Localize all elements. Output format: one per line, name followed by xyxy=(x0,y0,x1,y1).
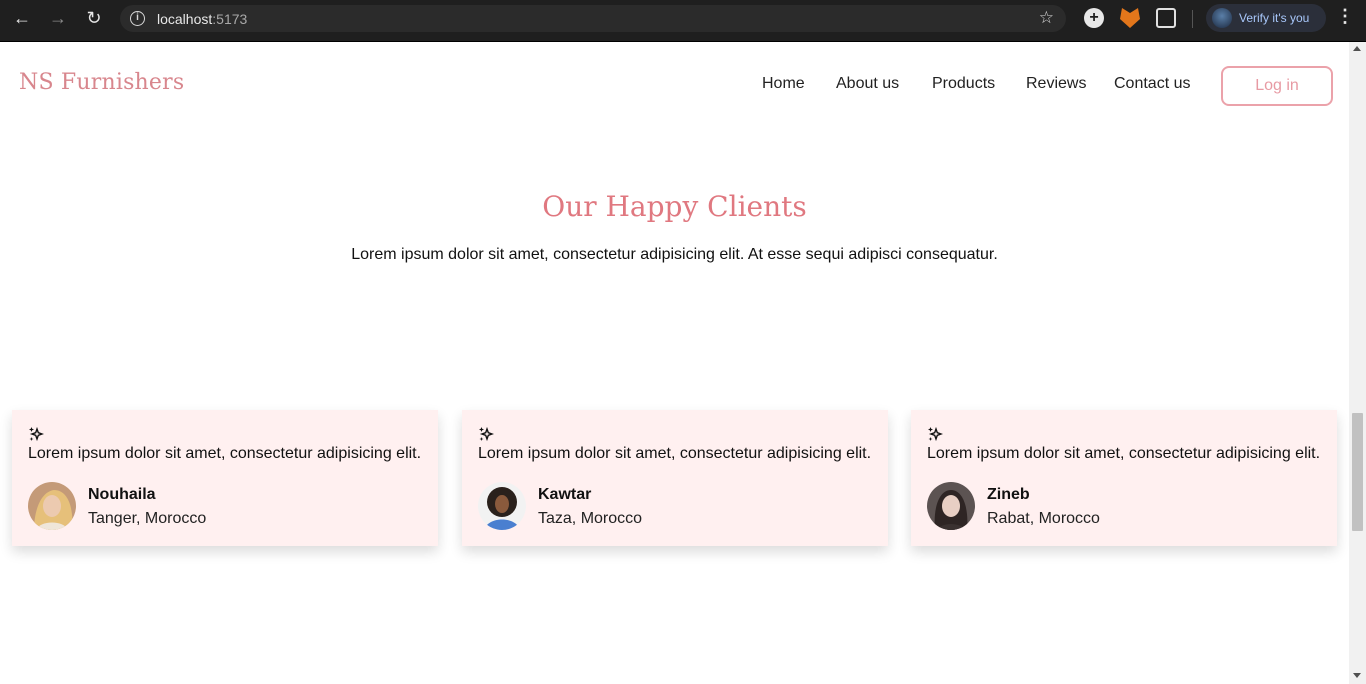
extensions-puzzle-icon[interactable] xyxy=(1156,8,1176,28)
site-logo[interactable]: NS Furnishers xyxy=(19,70,184,95)
testimonial-card: Lorem ipsum dolor sit amet, consectetur … xyxy=(462,410,888,546)
testimonial-card: Lorem ipsum dolor sit amet, consectetur … xyxy=(12,410,438,546)
browser-toolbar: ← → ↻ i localhost:5173 ☆ + Verify it's y… xyxy=(0,0,1366,42)
forward-arrow-icon[interactable]: → xyxy=(43,6,73,30)
testimonial-card: Lorem ipsum dolor sit amet, consectetur … xyxy=(911,410,1337,546)
login-button[interactable]: Log in xyxy=(1221,66,1333,106)
address-bar[interactable]: i localhost:5173 ☆ xyxy=(120,5,1066,32)
toolbar-divider xyxy=(1192,10,1193,28)
scrollbar-thumb[interactable] xyxy=(1352,413,1363,531)
profile-label: Verify it's you xyxy=(1239,11,1310,25)
address-url[interactable]: localhost:5173 xyxy=(157,11,247,27)
avatar xyxy=(28,482,76,530)
client-location: Tanger, Morocco xyxy=(88,510,207,527)
metamask-fox-icon[interactable] xyxy=(1120,8,1140,28)
section-title: Our Happy Clients xyxy=(542,190,807,223)
section-subtitle: Lorem ipsum dolor sit amet, consectetur … xyxy=(351,246,998,263)
avatar xyxy=(927,482,975,530)
profile-button[interactable]: Verify it's you xyxy=(1206,4,1326,32)
testimonial-quote: Lorem ipsum dolor sit amet, consectetur … xyxy=(28,445,422,462)
profile-avatar-icon xyxy=(1212,8,1232,28)
avatar xyxy=(478,482,526,530)
client-location: Taza, Morocco xyxy=(538,510,643,527)
testimonial-quote: Lorem ipsum dolor sit amet, consectetur … xyxy=(927,445,1321,462)
page-scrollbar[interactable] xyxy=(1349,42,1366,684)
scroll-up-icon[interactable] xyxy=(1353,46,1361,51)
client-location: Rabat, Morocco xyxy=(987,510,1100,527)
extension-add-icon[interactable]: + xyxy=(1084,8,1104,28)
sparkle-icon xyxy=(479,426,494,442)
sparkle-icon xyxy=(29,426,44,442)
sparkle-icon xyxy=(928,426,943,442)
nav-products[interactable]: Products xyxy=(932,75,995,93)
site-info-icon[interactable]: i xyxy=(130,11,145,26)
scroll-down-icon[interactable] xyxy=(1353,673,1361,678)
nav-about-us[interactable]: About us xyxy=(836,75,899,93)
bookmark-star-icon[interactable]: ☆ xyxy=(1039,8,1054,28)
reload-icon[interactable]: ↻ xyxy=(79,6,109,30)
client-name: Zineb xyxy=(987,486,1030,503)
client-name: Kawtar xyxy=(538,486,592,503)
nav-home[interactable]: Home xyxy=(762,75,805,93)
nav-contact-us[interactable]: Contact us xyxy=(1114,75,1190,93)
testimonial-quote: Lorem ipsum dolor sit amet, consectetur … xyxy=(478,445,872,462)
nav-reviews[interactable]: Reviews xyxy=(1026,75,1086,93)
kebab-menu-icon[interactable]: ⋮ xyxy=(1336,6,1354,27)
client-name: Nouhaila xyxy=(88,486,156,503)
back-arrow-icon[interactable]: ← xyxy=(7,6,37,30)
